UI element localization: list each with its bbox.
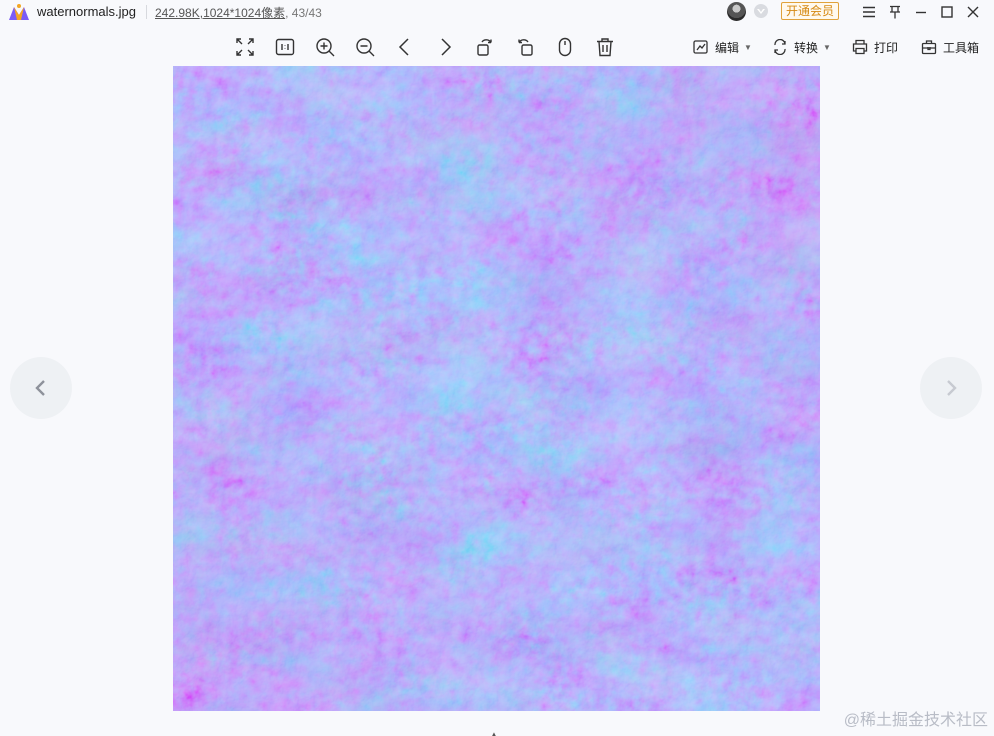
normal-map-texture: [173, 66, 820, 711]
menu-icon[interactable]: [859, 2, 879, 22]
rotate-left-icon[interactable]: [474, 36, 496, 58]
watermark: @稀土掘金技术社区: [843, 712, 988, 729]
title-bar[interactable]: waternormals.jpg 242.98K,1024*1024像素, 43…: [0, 0, 994, 24]
image-dimensions[interactable]: 1024*1024像素: [203, 6, 285, 20]
user-avatar[interactable]: [727, 2, 746, 21]
edit-label: 编辑: [715, 40, 740, 55]
file-info: 242.98K,1024*1024像素, 43/43: [155, 4, 322, 21]
edit-menu[interactable]: 编辑 ▼: [693, 37, 752, 57]
convert-label: 转换: [794, 40, 819, 55]
chevron-left-icon: [35, 380, 45, 396]
print-button[interactable]: 打印: [852, 37, 898, 57]
rotate-right-icon[interactable]: [514, 36, 536, 58]
vip-button[interactable]: 开通会员: [781, 2, 839, 20]
next-image-button[interactable]: [920, 357, 982, 419]
previous-icon[interactable]: [394, 36, 416, 58]
file-name: waternormals.jpg: [37, 4, 136, 19]
pin-icon[interactable]: [885, 2, 905, 22]
close-icon[interactable]: [963, 2, 983, 22]
toolbox-label: 工具箱: [943, 40, 980, 55]
main-image[interactable]: [173, 66, 820, 711]
fullscreen-icon[interactable]: [234, 36, 256, 58]
image-count: , 43/43: [285, 6, 322, 20]
convert-icon: [774, 39, 786, 55]
edit-icon: [693, 40, 708, 54]
toolbox-button[interactable]: 工具箱: [921, 37, 979, 57]
image-viewer-window: waternormals.jpg 242.98K,1024*1024像素, 43…: [0, 0, 994, 736]
printer-icon: [852, 39, 868, 55]
minimize-icon[interactable]: [911, 2, 931, 22]
chevron-right-icon: [947, 380, 957, 396]
maximize-icon[interactable]: [937, 2, 957, 22]
prev-image-button[interactable]: [10, 357, 72, 419]
zoom-in-icon[interactable]: [314, 36, 336, 58]
next-icon[interactable]: [434, 36, 456, 58]
edit-caret-icon: ▼: [744, 42, 752, 52]
mouse-icon[interactable]: [554, 36, 576, 58]
actual-size-icon[interactable]: [274, 36, 296, 58]
zoom-out-icon[interactable]: [354, 36, 376, 58]
print-label: 打印: [874, 40, 899, 55]
toolbox-icon: [921, 40, 937, 55]
convert-menu[interactable]: 转换 ▼: [772, 37, 831, 57]
vip-badge-icon[interactable]: [753, 3, 769, 19]
thumbnail-toggle-icon[interactable]: ▲: [490, 730, 500, 736]
app-logo-icon: [9, 4, 29, 20]
convert-caret-icon: ▼: [823, 42, 831, 52]
delete-icon[interactable]: [594, 36, 616, 58]
title-divider: [146, 5, 147, 19]
file-size[interactable]: 242.98K: [155, 6, 200, 20]
